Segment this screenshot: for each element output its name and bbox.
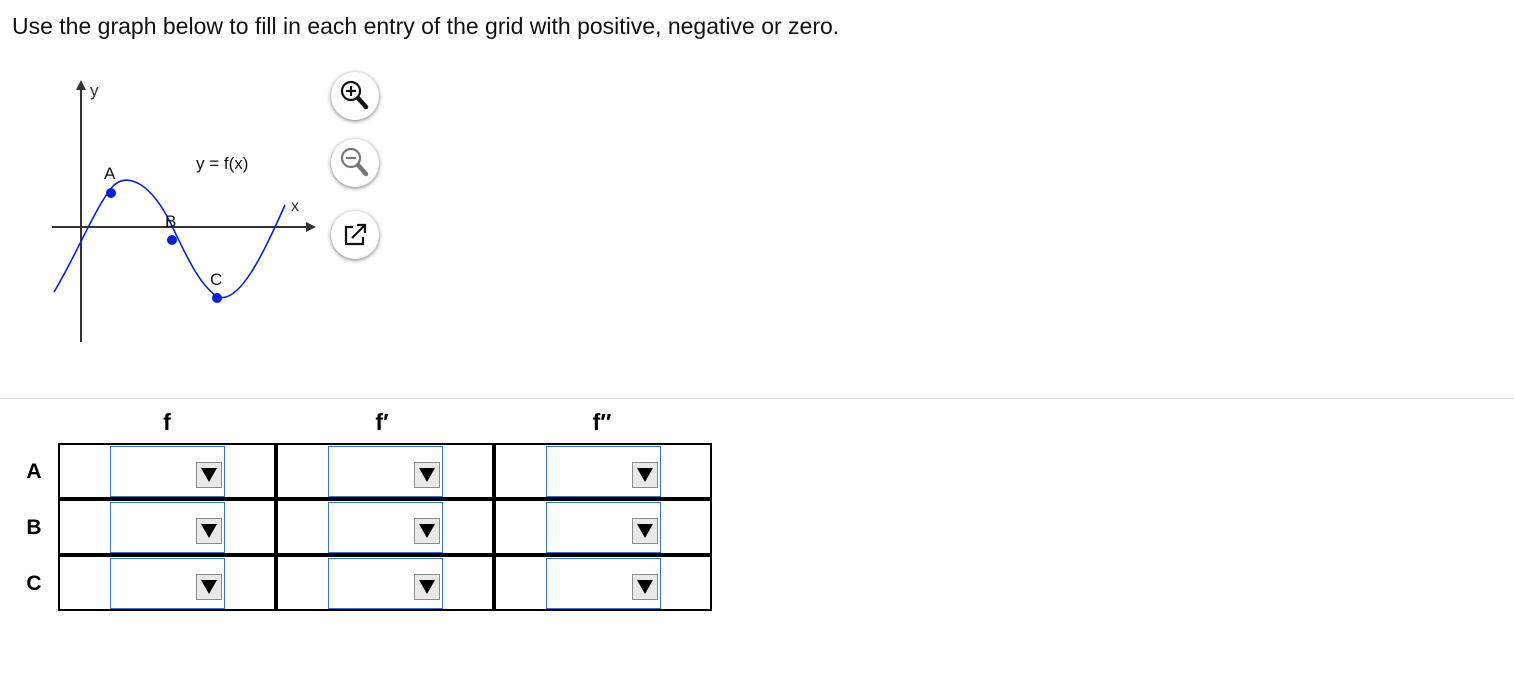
select-a-f-double-prime[interactable]: [546, 446, 661, 497]
select-b-f-prime[interactable]: [328, 502, 443, 553]
select-b-f-double-prime[interactable]: [546, 502, 661, 553]
function-graph: y x y = f(x) A B C: [52, 80, 316, 342]
x-axis-label: x: [291, 198, 299, 215]
dropdown-arrow-icon[interactable]: [414, 518, 440, 544]
select-a-f-prime[interactable]: [328, 446, 443, 497]
zoom-in-icon: [340, 80, 369, 110]
section-divider: [0, 398, 1514, 399]
select-c-f-prime[interactable]: [328, 558, 443, 609]
zoom-in-button[interactable]: [331, 72, 379, 120]
dropdown-arrow-icon[interactable]: [632, 574, 658, 600]
column-header-f-double-prime: f′′: [592, 409, 612, 435]
dropdown-arrow-icon[interactable]: [632, 518, 658, 544]
row-header-c: C: [26, 572, 42, 595]
column-header-f-prime: f′: [375, 409, 389, 435]
column-header-f: f: [163, 409, 171, 435]
dropdown-arrow-icon[interactable]: [414, 574, 440, 600]
zoom-out-icon: [340, 147, 369, 177]
dropdown-arrow-icon[interactable]: [414, 462, 440, 488]
row-header-b: B: [26, 516, 42, 539]
dropdown-arrow-icon[interactable]: [196, 462, 222, 488]
point-c-marker: [212, 293, 222, 303]
popout-button[interactable]: [331, 211, 379, 259]
dropdown-arrow-icon[interactable]: [196, 574, 222, 600]
select-a-f[interactable]: [110, 446, 225, 497]
y-axis-label: y: [90, 81, 99, 100]
point-c-label: C: [210, 270, 222, 289]
row-header-a: A: [26, 460, 42, 483]
point-b-marker: [167, 235, 177, 245]
select-c-f-double-prime[interactable]: [546, 558, 661, 609]
dropdown-arrow-icon[interactable]: [196, 518, 222, 544]
select-c-f[interactable]: [110, 558, 225, 609]
curve-label: y = f(x): [196, 154, 248, 173]
popout-icon: [344, 223, 367, 246]
select-b-f[interactable]: [110, 502, 225, 553]
point-a-marker: [106, 188, 116, 198]
dropdown-arrow-icon[interactable]: [632, 462, 658, 488]
zoom-out-button[interactable]: [331, 139, 379, 187]
point-b-label: B: [165, 212, 176, 231]
point-a-label: A: [104, 164, 116, 183]
